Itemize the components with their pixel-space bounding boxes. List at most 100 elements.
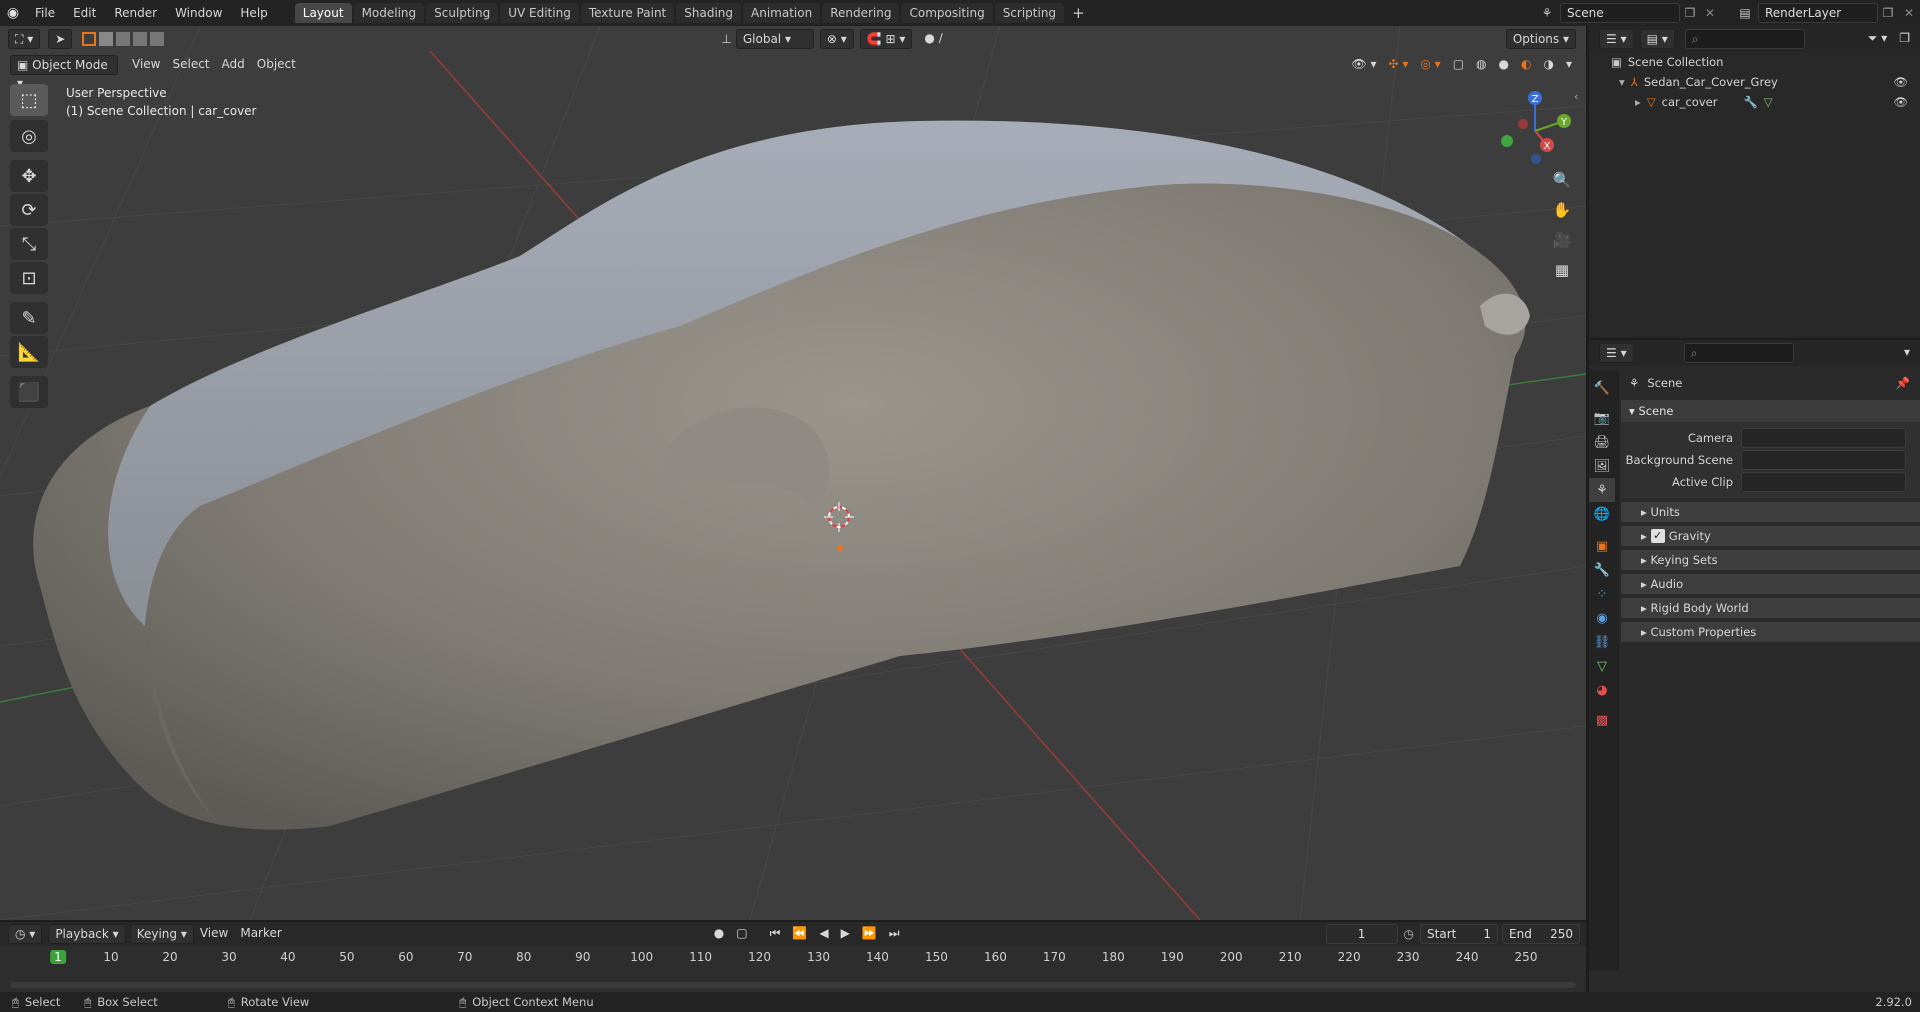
- mode-dropdown[interactable]: ▣ Object Mode ▾: [10, 55, 118, 90]
- play-icon[interactable]: ▶: [835, 924, 856, 944]
- rotate-tool[interactable]: ⟳: [10, 194, 48, 226]
- physics-tab-icon[interactable]: ◉: [1589, 606, 1615, 630]
- record-keyframe-icon[interactable]: ●: [708, 924, 730, 944]
- outliner-editor-type-button[interactable]: ☰ ▾: [1599, 29, 1634, 49]
- audio-subpanel[interactable]: ▸ Audio: [1621, 574, 1920, 594]
- menu-render[interactable]: Render: [105, 0, 166, 26]
- delete-scene-icon[interactable]: ✕: [1700, 6, 1720, 20]
- timeline-scrollbar[interactable]: [10, 982, 1576, 988]
- select-box-tool[interactable]: ⬚: [10, 84, 48, 116]
- keying-dropdown[interactable]: Keying ▾: [129, 924, 194, 944]
- view-layer-field[interactable]: RenderLayer: [1758, 3, 1878, 23]
- camera-field[interactable]: [1741, 428, 1906, 448]
- zoom-icon[interactable]: 🔍: [1548, 166, 1576, 194]
- expand-arrow-icon[interactable]: ▾: [1619, 72, 1625, 92]
- proportional-edit-icon[interactable]: ● ∕: [918, 29, 948, 49]
- pivot-point-dropdown[interactable]: ⊗ ▾: [819, 29, 854, 49]
- outliner-row-scene-collection[interactable]: ▣ Scene Collection: [1589, 52, 1920, 72]
- overlays-toggle-icon[interactable]: ◎ ▾: [1414, 55, 1446, 75]
- scene-selector-icon[interactable]: ⚘: [1534, 6, 1560, 20]
- output-tab-icon[interactable]: 🖨: [1589, 430, 1615, 454]
- play-reverse-icon[interactable]: ◀: [813, 924, 834, 944]
- new-collection-icon[interactable]: ❐: [1893, 29, 1916, 49]
- next-keyframe-icon[interactable]: ⏩: [856, 924, 883, 944]
- units-subpanel[interactable]: ▸ Units: [1621, 502, 1920, 522]
- preview-range-icon[interactable]: ◷: [1404, 927, 1414, 941]
- outliner-row-object[interactable]: ▸ ▽ car_cover 🔧 ▽ 👁: [1589, 92, 1920, 112]
- jump-start-icon[interactable]: ⏮: [764, 924, 787, 944]
- menu-edit[interactable]: Edit: [64, 0, 105, 26]
- filter-icon[interactable]: ⏷ ▾: [1862, 29, 1893, 49]
- outliner-search-input[interactable]: ⌕: [1684, 29, 1805, 49]
- tab-uv-editing[interactable]: UV Editing: [500, 3, 579, 23]
- view-layer-icon[interactable]: ▤: [1732, 6, 1758, 20]
- playback-dropdown[interactable]: Playback ▾: [48, 924, 126, 944]
- texture-tab-icon[interactable]: ▩: [1589, 708, 1615, 732]
- add-workspace-button[interactable]: +: [1066, 4, 1091, 22]
- ortho-grid-icon[interactable]: ▦: [1548, 256, 1576, 284]
- tab-sculpting[interactable]: Sculpting: [426, 3, 499, 23]
- tab-shading[interactable]: Shading: [676, 3, 741, 23]
- annotate-tool[interactable]: ✎: [10, 302, 48, 334]
- properties-options-icon[interactable]: ▾: [1898, 343, 1916, 363]
- selection-mode-icons[interactable]: [82, 32, 165, 46]
- shading-solid-icon[interactable]: ●: [1493, 55, 1515, 75]
- menu-file[interactable]: File: [26, 0, 64, 26]
- gizmo-toggle-icon[interactable]: ✣ ▾: [1382, 55, 1414, 75]
- tab-compositing[interactable]: Compositing: [901, 3, 993, 23]
- properties-editor-type-button[interactable]: ☰ ▾: [1599, 343, 1634, 363]
- keying-sets-subpanel[interactable]: ▸ Keying Sets: [1621, 550, 1920, 570]
- blender-logo-icon[interactable]: ◉: [0, 5, 26, 21]
- gravity-subpanel[interactable]: ▸ ✓ Gravity: [1621, 526, 1920, 546]
- gizmo-neg-x-dot[interactable]: [1518, 119, 1528, 129]
- expand-arrow-icon[interactable]: ▸: [1635, 92, 1641, 112]
- camera-view-icon[interactable]: 🎥: [1548, 226, 1576, 254]
- visibility-icon[interactable]: 👁 ▾: [1345, 55, 1382, 75]
- new-view-layer-icon[interactable]: ❐: [1878, 6, 1898, 20]
- gizmo-neg-y-dot[interactable]: [1501, 135, 1513, 147]
- tab-animation[interactable]: Animation: [743, 3, 821, 23]
- visibility-eye-icon[interactable]: 👁: [1893, 72, 1908, 92]
- end-frame-field[interactable]: End 250: [1502, 924, 1581, 944]
- active-clip-field[interactable]: [1741, 472, 1906, 492]
- menu-select[interactable]: Select: [166, 55, 215, 75]
- transform-orientation-dropdown[interactable]: Global ▾: [735, 29, 814, 49]
- timeline-menu-marker[interactable]: Marker: [234, 924, 287, 944]
- xray-toggle-icon[interactable]: ▢: [1447, 55, 1470, 75]
- add-cube-tool[interactable]: ⬛: [10, 376, 48, 408]
- rigid-body-world-subpanel[interactable]: ▸ Rigid Body World: [1621, 598, 1920, 618]
- 3d-viewport[interactable]: ⛶ ▾ ➤ ⊥ Global ▾ ⊗ ▾ 🧲 ⊞ ▾ ● ∕ Options ▾…: [0, 26, 1586, 920]
- tab-rendering[interactable]: Rendering: [822, 3, 900, 23]
- sidebar-collapse-icon[interactable]: ‹: [1574, 90, 1578, 103]
- gravity-checkbox[interactable]: ✓: [1650, 529, 1665, 543]
- frame-ruler[interactable]: 1 10 20 30 40 50 60 70 80 90 100 110 120 130 140 150 160…: [0, 946, 1586, 992]
- new-scene-icon[interactable]: ❐: [1680, 6, 1700, 20]
- visibility-eye-icon[interactable]: 👁: [1893, 92, 1908, 112]
- pin-icon[interactable]: 📌: [1896, 370, 1910, 396]
- menu-help[interactable]: Help: [231, 0, 276, 26]
- start-frame-field[interactable]: Start 1: [1420, 924, 1499, 944]
- tab-layout[interactable]: Layout: [294, 3, 352, 23]
- data-tab-icon[interactable]: ▽: [1589, 654, 1615, 678]
- tab-texture-paint[interactable]: Texture Paint: [580, 3, 675, 23]
- shading-rendered-icon[interactable]: ◑: [1537, 55, 1559, 75]
- modifier-tab-icon[interactable]: 🔧: [1589, 558, 1615, 582]
- timeline-editor-type-button[interactable]: ◷ ▾: [8, 924, 43, 944]
- outliner-display-mode-button[interactable]: ▤ ▾: [1639, 29, 1675, 49]
- tab-modeling[interactable]: Modeling: [353, 3, 425, 23]
- pan-hand-icon[interactable]: ✋: [1548, 196, 1576, 224]
- scene-name-field[interactable]: Scene: [1560, 3, 1680, 23]
- custom-properties-subpanel[interactable]: ▸ Custom Properties: [1621, 622, 1920, 642]
- properties-search-input[interactable]: ⌕: [1683, 343, 1794, 363]
- current-frame-field[interactable]: 1: [1325, 924, 1398, 944]
- particles-tab-icon[interactable]: ⁘: [1589, 582, 1615, 606]
- material-tab-icon[interactable]: ◕: [1589, 678, 1615, 702]
- editor-type-button[interactable]: ⛶ ▾: [8, 29, 41, 49]
- prev-keyframe-icon[interactable]: ⏪: [786, 924, 813, 944]
- shading-options-icon[interactable]: ▾: [1560, 55, 1578, 75]
- menu-add[interactable]: Add: [216, 55, 251, 75]
- jump-end-icon[interactable]: ⏭: [883, 924, 906, 944]
- snap-toggle[interactable]: 🧲 ⊞ ▾: [859, 29, 913, 49]
- menu-object[interactable]: Object: [251, 55, 302, 75]
- gizmo-neg-z-dot[interactable]: [1531, 154, 1541, 164]
